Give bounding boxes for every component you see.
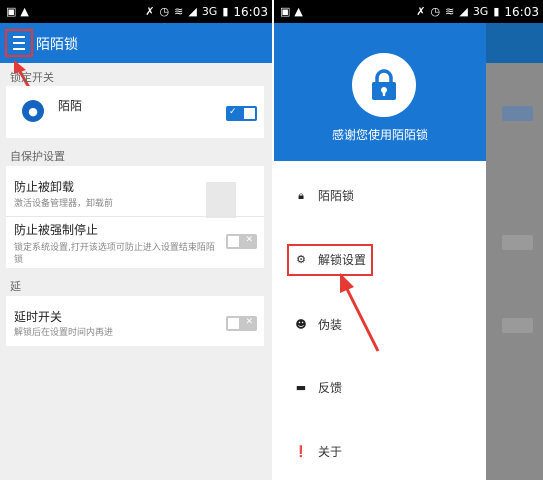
app-title: 陌陌锁 (36, 37, 78, 53)
section-header-self-protect: 自保护设置 (10, 150, 65, 163)
x-icon: ✕ (245, 235, 253, 245)
section-header-lock: 锁定开关 (10, 71, 54, 84)
alarm-icon: ◷ (159, 5, 170, 18)
prevent-uninstall-title: 防止被卸载 (14, 180, 75, 194)
menu-item-about[interactable]: ❗ 关于 (294, 443, 342, 460)
delay-switch-subtitle: 解锁后在设置时间内再进 (14, 328, 114, 338)
menu-item-feedback[interactable]: ▬ 反馈 (294, 379, 342, 396)
x-icon: ✕ (245, 317, 253, 327)
menu-item-label: 陌陌锁 (318, 189, 355, 203)
padlock-icon (372, 69, 396, 100)
picture-icon: ▣ (6, 5, 17, 18)
signal-icon: ◢ (459, 5, 468, 18)
menu-item-label: 反馈 (318, 381, 343, 395)
drawer-thanks-text: 感谢您使用陌陌锁 (331, 128, 428, 142)
delay-switch-title: 延时开关 (14, 310, 63, 324)
section-header-other: 延 (10, 280, 21, 293)
background-toggle (502, 235, 533, 250)
wifi-icon: ≋ (174, 5, 184, 18)
drawer-header: 感谢您使用陌陌锁 (274, 23, 486, 161)
info-icon: ❗ (294, 445, 308, 458)
lock-logo (352, 53, 416, 117)
navigation-drawer: 感谢您使用陌陌锁 🔒︎ 陌陌锁 ⚙ 解锁设置 ☻ 伪装 ▬ 反馈 ❗ 关于 (274, 23, 486, 480)
chat-icon: ▬ (295, 381, 307, 394)
prevent-force-stop-subtitle: 锁定系统设置,打开该选项可防止进入设置结束陌陌锁 (14, 243, 215, 265)
annotation-arrow (340, 273, 380, 352)
app-avatar: ● (22, 100, 44, 122)
check-icon: ✓ (229, 107, 237, 117)
background-toggle (502, 318, 533, 333)
lock-icon: 🔒︎ (298, 188, 304, 202)
wifi-icon: ≋ (445, 5, 455, 18)
background-toggle (502, 106, 533, 121)
network-type: 3G (472, 5, 489, 18)
menu-item-app-lock[interactable]: 🔒︎ 陌陌锁 (294, 187, 354, 204)
clock: 16:03 (233, 4, 268, 19)
obscured-area (206, 182, 236, 218)
right-screen: ▣ ▲ ✗ ◷ ≋ ◢ 3G ▮ 16:03 感谢您使用陌陌锁 🔒︎ 陌陌锁 ⚙… (274, 0, 543, 480)
mute-icon: ✗ (416, 5, 426, 18)
status-bar: ▣ ▲ ✗ ◷ ≋ ◢ 3G ▮ 16:03 (274, 0, 543, 23)
picture-icon: ▣ (280, 5, 291, 18)
app-name: 陌陌 (58, 99, 83, 113)
force-stop-toggle[interactable]: ✕ (226, 234, 257, 249)
prevent-force-stop-title: 防止被强制停止 (14, 223, 99, 237)
network-type: 3G (201, 5, 218, 18)
menu-item-label: 关于 (318, 445, 343, 459)
battery-icon: ▮ (222, 5, 229, 18)
menu-button[interactable] (5, 29, 33, 57)
mute-icon: ✗ (145, 5, 155, 18)
gallery-icon: ▲ (20, 5, 29, 18)
mask-icon: ☻ (295, 318, 307, 331)
hamburger-icon (13, 34, 25, 52)
signal-icon: ◢ (188, 5, 197, 18)
alarm-icon: ◷ (430, 5, 441, 18)
gallery-icon: ▲ (294, 5, 303, 18)
background-app-bar (484, 23, 543, 63)
delay-switch-row[interactable]: 延时开关 解锁后在设置时间内再进 ✕ (6, 296, 264, 346)
lock-app-row[interactable]: ● 陌陌 ✓ (6, 86, 264, 138)
delay-toggle[interactable]: ✕ (226, 316, 257, 331)
app-bar: 陌陌锁 (0, 23, 272, 63)
status-bar: ▣ ▲ ✗ ◷ ≋ ◢ 3G ▮ 16:03 (0, 0, 272, 23)
lock-toggle[interactable]: ✓ (226, 106, 257, 121)
clock: 16:03 (504, 4, 539, 19)
left-screen: ▣ ▲ ✗ ◷ ≋ ◢ 3G ▮ 16:03 陌陌锁 锁定开关 ● 陌陌 ✓ 自… (0, 0, 272, 480)
battery-icon: ▮ (493, 5, 500, 18)
prevent-uninstall-subtitle: 激活设备管理器，卸载前 (14, 199, 114, 209)
self-protect-card: 防止被卸载 激活设备管理器，卸载前 防止被强制停止 锁定系统设置,打开该选项可防… (6, 166, 264, 268)
